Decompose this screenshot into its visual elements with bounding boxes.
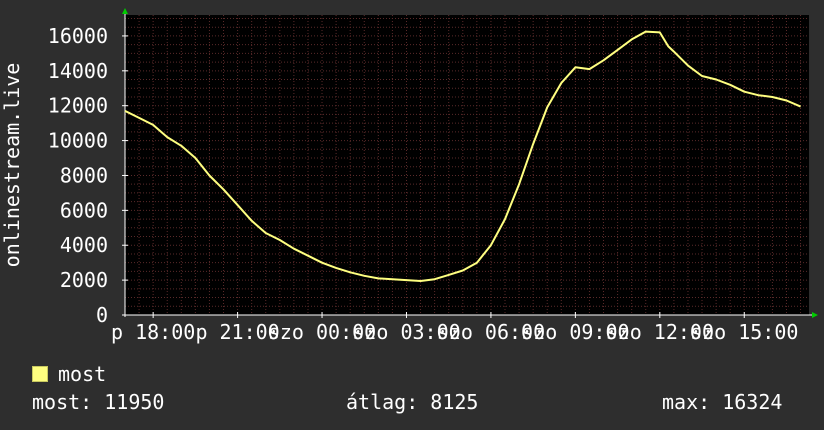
y-tick-label: 2000 xyxy=(60,268,108,292)
y-tick-label: 8000 xyxy=(60,163,108,187)
stat-max: max: 16324 xyxy=(662,390,783,414)
stats-row: most: 11950 átlag: 8125 max: 16324 xyxy=(32,390,792,416)
y-axis-ticks: 0 2000 4000 6000 8000 10000 12000 14000 16000 xyxy=(48,24,128,327)
x-tick-label: szo 15:00 xyxy=(690,320,798,344)
y-tick-label: 16000 xyxy=(48,24,108,48)
y-tick-label: 10000 xyxy=(48,129,108,153)
y-axis-label: onlinestream.live xyxy=(0,63,24,268)
y-tick-label: 4000 xyxy=(60,233,108,257)
line-chart: 0 2000 4000 6000 8000 10000 12000 14000 16000 p … xyxy=(0,8,818,344)
stat-current: most: 11950 xyxy=(32,390,165,414)
legend-swatch xyxy=(32,366,48,382)
x-axis-ticks: p 18:00 p 21:00szo 00:00szo 03:00szo 06:0… xyxy=(111,312,798,344)
y-tick-label: 12000 xyxy=(48,94,108,118)
x-axis-arrow xyxy=(812,312,818,318)
x-tick-label: p 18:00 xyxy=(111,320,195,344)
y-tick-label: 6000 xyxy=(60,198,108,222)
legend-label: most xyxy=(58,362,107,386)
stat-average: átlag: 8125 xyxy=(346,390,479,414)
chart-panel: 0 2000 4000 6000 8000 10000 12000 14000 16000 p … xyxy=(0,0,824,430)
y-axis-arrow xyxy=(122,8,128,14)
plot-background xyxy=(125,15,809,315)
legend: most xyxy=(32,362,106,386)
y-tick-label: 0 xyxy=(96,303,108,327)
y-tick-label: 14000 xyxy=(48,59,108,83)
